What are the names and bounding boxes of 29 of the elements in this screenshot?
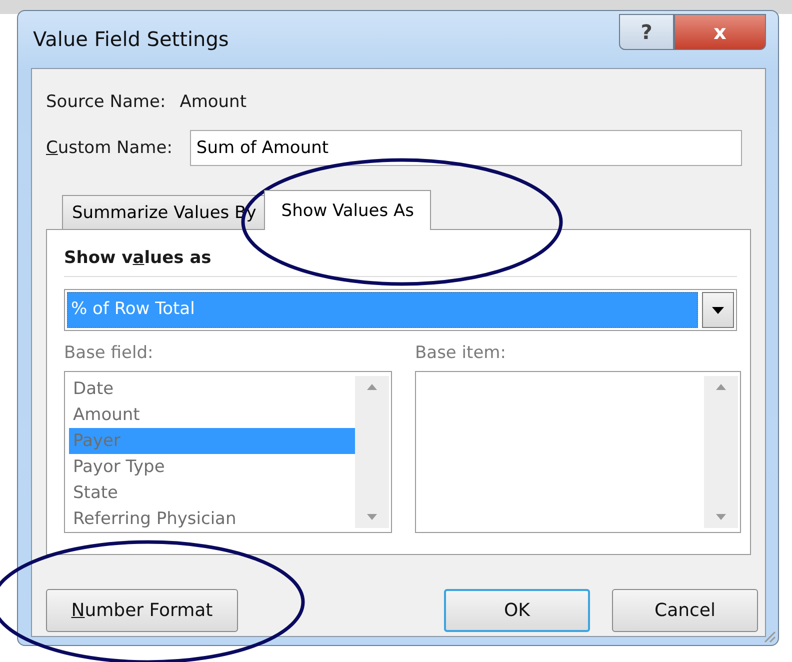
close-button[interactable]: x	[674, 14, 766, 50]
dialog-button[interactable]: OK	[444, 589, 590, 632]
custom-name-field[interactable]: Sum of Amount	[190, 130, 742, 166]
custom-name-label: Custom Name:	[46, 138, 172, 158]
source-name-label: Source Name:	[46, 92, 166, 112]
dialog-button[interactable]: Cancel	[612, 589, 758, 632]
base-item-label: Base item:	[415, 343, 507, 363]
help-button[interactable]: ?	[619, 14, 674, 50]
resize-grip-icon	[762, 629, 776, 643]
tab[interactable]: Show Values As	[264, 190, 431, 230]
base-field-listbox[interactable]: Date Amount Payer Payor Type State Referring Physician	[64, 371, 392, 533]
list-item[interactable]: Payor Type	[69, 454, 355, 480]
scroll-up-icon[interactable]	[367, 384, 377, 390]
base-field-label: Base field:	[64, 343, 154, 363]
scrollbar[interactable]	[704, 376, 738, 528]
caret-icon	[712, 306, 724, 314]
window-title: Value Field Settings	[33, 27, 229, 51]
section-heading: Show values as	[64, 248, 212, 270]
list-item[interactable]: Amount	[69, 402, 355, 428]
list-item[interactable]: Date	[69, 376, 355, 402]
list-item[interactable]: Referring Physician	[69, 506, 355, 532]
number-format-button[interactable]: Number Format	[46, 589, 238, 632]
scroll-up-icon[interactable]	[716, 384, 726, 390]
scrollbar[interactable]	[355, 376, 389, 528]
scroll-down-icon[interactable]	[716, 514, 726, 520]
source-name-value: Amount	[180, 92, 246, 112]
show-values-dropdown[interactable]: % of Row Total	[64, 289, 737, 331]
list-item[interactable]: State	[69, 480, 355, 506]
scroll-down-icon[interactable]	[367, 514, 377, 520]
